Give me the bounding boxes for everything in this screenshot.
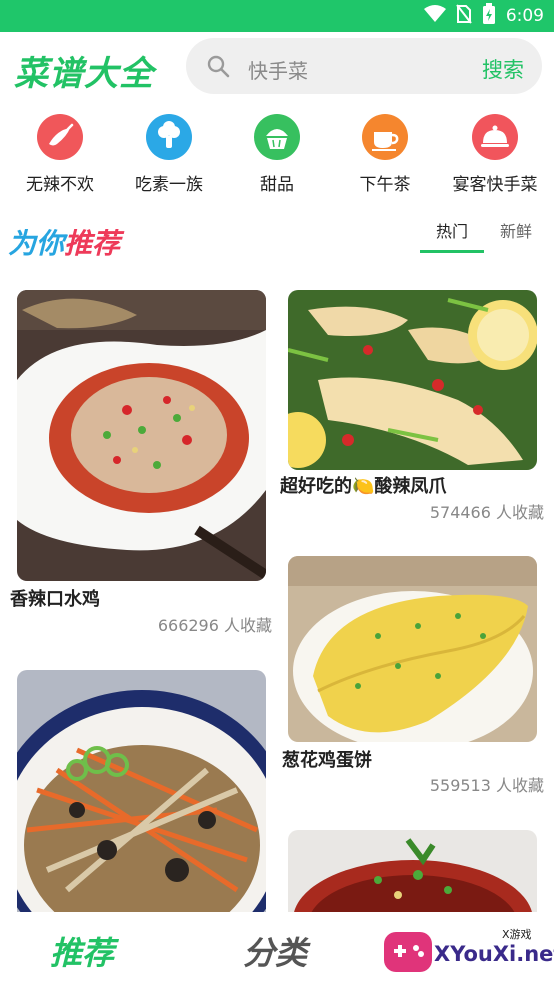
tea-cup-icon [362, 114, 408, 160]
watermark-text: XYouXi.net [434, 942, 554, 966]
tab-hot[interactable]: 热门 [420, 218, 484, 242]
recipe-image[interactable] [288, 290, 537, 470]
dish-cover-icon [472, 114, 518, 160]
recipe-image[interactable] [17, 290, 266, 581]
watermark: X游戏 XYouXi.net [384, 924, 554, 980]
status-time: 6:09 [505, 6, 544, 26]
nav-recommend[interactable]: 推荐 [50, 928, 114, 974]
category-afternoon-tea[interactable]: 下午茶 [330, 112, 440, 195]
header: 菜谱大全 快手菜 搜索 [0, 32, 554, 102]
search-button[interactable]: 搜索 [482, 54, 524, 84]
recipe-title[interactable]: 超好吃的🍋酸辣凤爪 [280, 472, 446, 498]
recipe-title[interactable]: 香辣口水鸡 [10, 585, 100, 611]
category-label: 下午茶 [359, 175, 411, 195]
tab-new[interactable]: 新鲜 [488, 218, 544, 242]
cake-icon [254, 114, 300, 160]
battery-charging-icon [482, 2, 496, 30]
recipe-image[interactable] [17, 670, 266, 912]
status-icons: 6:09 [423, 2, 544, 30]
category-label: 宴客快手菜 [452, 175, 538, 195]
recipe-image[interactable] [288, 830, 537, 912]
recommend-title: 为你推荐 [8, 222, 120, 262]
chili-icon [37, 114, 83, 160]
active-tab-indicator [420, 250, 484, 253]
recipe-favorite-count: 559513 人收藏 [429, 776, 544, 795]
recommend-title-part2: 推荐 [64, 227, 121, 260]
category-label: 吃素一族 [135, 175, 203, 195]
recipe-image[interactable] [288, 556, 537, 742]
category-vegetarian[interactable]: 吃素一族 [114, 112, 224, 195]
search-icon [206, 54, 230, 78]
category-party-dishes[interactable]: 宴客快手菜 [440, 112, 550, 195]
recipe-favorite-count: 666296 人收藏 [157, 616, 272, 635]
no-sim-icon [456, 3, 472, 29]
recipe-title[interactable]: 葱花鸡蛋饼 [282, 746, 372, 772]
search-input[interactable]: 快手菜 [248, 55, 308, 84]
category-row: 无辣不欢 吃素一族 甜品 下午茶 宴客快手菜 [0, 112, 554, 202]
gamepad-icon [384, 932, 432, 972]
status-bar: 6:09 [0, 0, 554, 32]
nav-category[interactable]: 分类 [243, 928, 307, 974]
recommend-title-part1: 为你 [8, 227, 65, 260]
category-spicy[interactable]: 无辣不欢 [5, 112, 115, 195]
vegetable-icon [146, 114, 192, 160]
search-bar[interactable]: 快手菜 搜索 [186, 38, 542, 94]
category-label: 甜品 [260, 175, 294, 195]
category-dessert[interactable]: 甜品 [222, 112, 332, 195]
watermark-small: X游戏 [502, 928, 532, 941]
category-label: 无辣不欢 [26, 175, 94, 195]
wifi-icon [423, 4, 446, 28]
recipe-favorite-count: 574466 人收藏 [429, 503, 544, 522]
app-logo: 菜谱大全 [14, 54, 154, 94]
